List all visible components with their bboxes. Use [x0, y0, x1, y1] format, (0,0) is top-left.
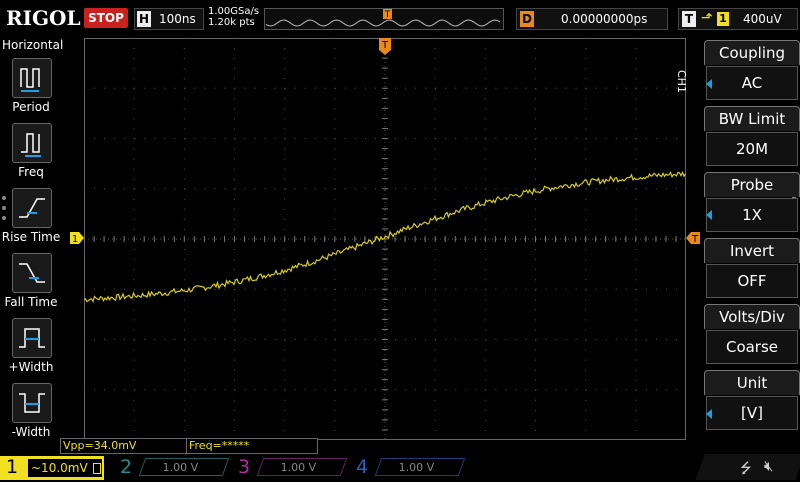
memory-trigger-marker-label: T — [384, 10, 391, 20]
measure-menu-title: Horizontal — [2, 38, 64, 52]
timebase-value: 100ns — [159, 12, 196, 26]
bw-limit-softkey[interactable]: BW Limit 20M — [704, 106, 800, 168]
coupling-value: AC — [706, 66, 798, 100]
coupling-selector-arrow-icon — [706, 79, 712, 89]
unit-softkey[interactable]: Unit [V] — [704, 370, 800, 432]
trigger-level-value: 400uV — [743, 12, 782, 26]
negative-width-icon — [12, 383, 52, 423]
measurement-freq[interactable]: Freq=***** — [186, 438, 318, 454]
ch1-scale-text: ~10.0mV — [31, 461, 88, 475]
measure-freq-label: Freq — [18, 165, 44, 179]
volts-div-softkey[interactable]: Volts/Div Coarse — [704, 304, 800, 366]
ch3-status-tab[interactable]: 3 1.00 V — [232, 456, 348, 480]
ch1-status-tab[interactable]: 1 ~10.0mV — [0, 456, 104, 480]
timebase-box[interactable]: H 100ns — [134, 8, 204, 30]
ch4-scale-text: 1.00 V — [398, 461, 435, 474]
ch4-number: 4 — [356, 456, 369, 478]
trigger-source-badge: 1 — [717, 12, 729, 26]
trigger-level-marker-label: T — [691, 234, 699, 244]
brand-logo: RIGOL — [6, 6, 81, 30]
measure-freq-button[interactable]: Freq — [0, 121, 62, 185]
measure-positive-width-label: +Width — [8, 360, 54, 374]
measurement-vpp[interactable]: Vpp=34.0mV — [60, 438, 188, 454]
run-stop-indicator[interactable]: STOP — [84, 8, 128, 28]
ch2-status-tab[interactable]: 2 1.00 V — [114, 456, 230, 480]
graticule — [84, 38, 686, 440]
unit-title: Unit — [704, 370, 800, 395]
probe-value: 1X — [706, 198, 798, 232]
ch2-scale-text: 1.00 V — [162, 461, 199, 474]
ch1-offset-marker-label: 1 — [72, 234, 78, 244]
ch1-offset-marker[interactable]: 1 — [70, 232, 84, 244]
measure-period-label: Period — [12, 100, 50, 114]
measure-negative-width-label: -Width — [11, 425, 51, 439]
bw-limit-title: BW Limit — [704, 106, 800, 131]
bw-limit-value: 20M — [706, 132, 798, 166]
measure-rise-time-label: Rise Time — [1, 230, 61, 244]
horizontal-delay-box[interactable]: D 0.00000000ps — [516, 8, 668, 30]
measure-rise-time-button[interactable]: Rise Time — [0, 186, 62, 250]
timebase-key: H — [137, 11, 151, 27]
invert-softkey[interactable]: Invert OFF — [704, 238, 800, 300]
memory-overview-waveform: T — [265, 9, 501, 27]
rising-edge-icon: ⬏ — [701, 10, 713, 26]
channel-menu-label: CH1 — [675, 70, 688, 93]
measure-period-button[interactable]: Period — [0, 56, 62, 120]
delay-key: D — [520, 11, 534, 27]
ch3-scale-text: 1.00 V — [280, 461, 317, 474]
measure-negative-width-button[interactable]: -Width — [0, 381, 62, 445]
unit-value: [V] — [706, 396, 798, 430]
coupling-softkey[interactable]: Coupling AC — [704, 40, 800, 102]
volts-div-value: Coarse — [706, 330, 798, 364]
period-icon — [12, 58, 52, 98]
usb-icon: ⭍ — [740, 461, 752, 477]
ch1-bandwidth-icon — [92, 463, 101, 474]
measure-fall-time-button[interactable]: Fall Time — [0, 251, 62, 315]
ch3-number: 3 — [238, 456, 251, 478]
sample-rate: 1.00GSa/s — [208, 6, 260, 17]
rise-time-icon — [12, 188, 52, 228]
acquisition-info: 1.00GSa/s 1.20k pts — [208, 6, 259, 28]
trigger-key: T — [682, 11, 696, 27]
fall-time-icon — [12, 253, 52, 293]
coupling-title: Coupling — [704, 40, 800, 65]
probe-softkey[interactable]: Probe 1X — [704, 172, 800, 234]
unit-selector-arrow-icon — [706, 409, 712, 419]
memory-depth: 1.20k pts — [208, 17, 255, 28]
measure-fall-time-label: Fall Time — [4, 295, 58, 309]
measure-positive-width-button[interactable]: +Width — [0, 316, 62, 380]
positive-width-icon — [12, 318, 52, 358]
invert-title: Invert — [704, 238, 800, 263]
ch1-scale: ~10.0mV — [28, 459, 102, 477]
delay-value: 0.00000000ps — [561, 12, 648, 26]
trigger-position-marker-label: T — [381, 40, 389, 51]
invert-value: OFF — [706, 264, 798, 298]
trigger-position-marker[interactable]: T — [379, 38, 391, 56]
ch3-scale: 1.00 V — [256, 458, 348, 476]
ch2-scale: 1.00 V — [138, 458, 230, 476]
trigger-info-box[interactable]: T ⬏ 1 400uV — [678, 8, 798, 30]
probe-selector-arrow-icon — [706, 210, 712, 220]
waveform-display-grid[interactable] — [84, 38, 686, 440]
frequency-icon — [12, 123, 52, 163]
speaker-muted-icon[interactable]: 🔇︎ — [764, 457, 773, 475]
ch1-number: 1 — [6, 456, 19, 478]
ch4-scale: 1.00 V — [374, 458, 466, 476]
trigger-level-marker[interactable]: T — [686, 232, 700, 244]
volts-div-title: Volts/Div — [704, 304, 800, 329]
ch4-status-tab[interactable]: 4 1.00 V — [350, 456, 466, 480]
probe-title: Probe — [704, 172, 800, 197]
ch2-number: 2 — [120, 456, 133, 478]
